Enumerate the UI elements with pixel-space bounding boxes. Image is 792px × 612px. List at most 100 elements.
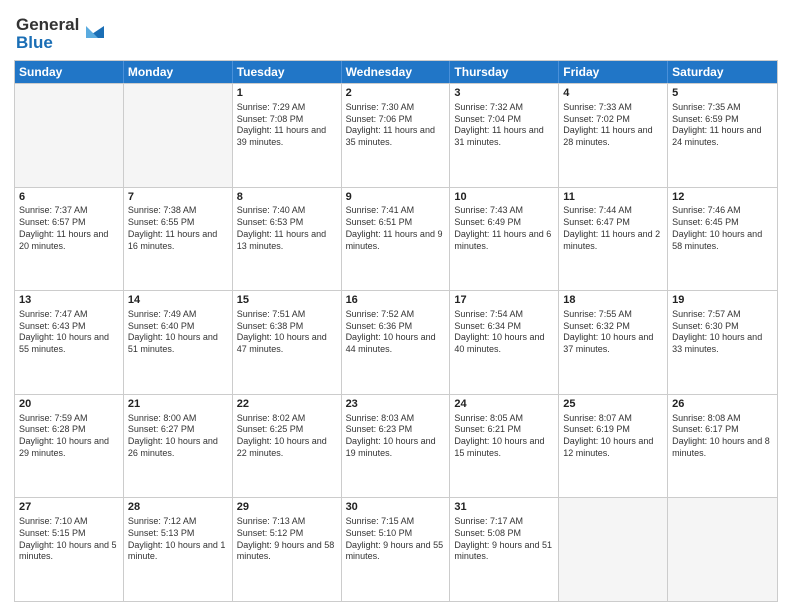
weekday-header-wednesday: Wednesday	[342, 61, 451, 83]
cal-cell: 10Sunrise: 7:43 AM Sunset: 6:49 PM Dayli…	[450, 188, 559, 291]
day-number: 11	[563, 190, 663, 205]
logo-icon: General Blue	[14, 10, 124, 54]
calendar-body: 1Sunrise: 7:29 AM Sunset: 7:08 PM Daylig…	[15, 83, 777, 601]
cell-info: Sunrise: 7:38 AM Sunset: 6:55 PM Dayligh…	[128, 205, 228, 252]
cal-cell: 3Sunrise: 7:32 AM Sunset: 7:04 PM Daylig…	[450, 84, 559, 187]
cal-cell: 12Sunrise: 7:46 AM Sunset: 6:45 PM Dayli…	[668, 188, 777, 291]
day-number: 7	[128, 190, 228, 205]
day-number: 31	[454, 500, 554, 515]
cell-info: Sunrise: 7:13 AM Sunset: 5:12 PM Dayligh…	[237, 516, 337, 563]
day-number: 23	[346, 397, 446, 412]
cal-cell: 11Sunrise: 7:44 AM Sunset: 6:47 PM Dayli…	[559, 188, 668, 291]
cell-info: Sunrise: 7:29 AM Sunset: 7:08 PM Dayligh…	[237, 102, 337, 149]
cal-cell: 19Sunrise: 7:57 AM Sunset: 6:30 PM Dayli…	[668, 291, 777, 394]
day-number: 18	[563, 293, 663, 308]
cal-cell: 13Sunrise: 7:47 AM Sunset: 6:43 PM Dayli…	[15, 291, 124, 394]
cell-info: Sunrise: 7:52 AM Sunset: 6:36 PM Dayligh…	[346, 309, 446, 356]
week-row-5: 27Sunrise: 7:10 AM Sunset: 5:15 PM Dayli…	[15, 497, 777, 601]
calendar-header: SundayMondayTuesdayWednesdayThursdayFrid…	[15, 61, 777, 83]
cal-cell: 24Sunrise: 8:05 AM Sunset: 6:21 PM Dayli…	[450, 395, 559, 498]
weekday-header-tuesday: Tuesday	[233, 61, 342, 83]
cell-info: Sunrise: 7:54 AM Sunset: 6:34 PM Dayligh…	[454, 309, 554, 356]
day-number: 13	[19, 293, 119, 308]
day-number: 20	[19, 397, 119, 412]
cell-info: Sunrise: 7:30 AM Sunset: 7:06 PM Dayligh…	[346, 102, 446, 149]
weekday-header-friday: Friday	[559, 61, 668, 83]
day-number: 25	[563, 397, 663, 412]
cell-info: Sunrise: 7:57 AM Sunset: 6:30 PM Dayligh…	[672, 309, 773, 356]
header: General Blue	[14, 10, 778, 54]
cal-cell	[668, 498, 777, 601]
cal-cell: 20Sunrise: 7:59 AM Sunset: 6:28 PM Dayli…	[15, 395, 124, 498]
cal-cell: 27Sunrise: 7:10 AM Sunset: 5:15 PM Dayli…	[15, 498, 124, 601]
cal-cell	[15, 84, 124, 187]
cell-info: Sunrise: 7:41 AM Sunset: 6:51 PM Dayligh…	[346, 205, 446, 252]
cal-cell: 26Sunrise: 8:08 AM Sunset: 6:17 PM Dayli…	[668, 395, 777, 498]
cell-info: Sunrise: 7:37 AM Sunset: 6:57 PM Dayligh…	[19, 205, 119, 252]
cell-info: Sunrise: 7:46 AM Sunset: 6:45 PM Dayligh…	[672, 205, 773, 252]
day-number: 6	[19, 190, 119, 205]
week-row-3: 13Sunrise: 7:47 AM Sunset: 6:43 PM Dayli…	[15, 290, 777, 394]
day-number: 24	[454, 397, 554, 412]
weekday-header-thursday: Thursday	[450, 61, 559, 83]
day-number: 3	[454, 86, 554, 101]
cell-info: Sunrise: 7:44 AM Sunset: 6:47 PM Dayligh…	[563, 205, 663, 252]
cell-info: Sunrise: 7:15 AM Sunset: 5:10 PM Dayligh…	[346, 516, 446, 563]
day-number: 26	[672, 397, 773, 412]
cell-info: Sunrise: 7:47 AM Sunset: 6:43 PM Dayligh…	[19, 309, 119, 356]
cal-cell: 1Sunrise: 7:29 AM Sunset: 7:08 PM Daylig…	[233, 84, 342, 187]
day-number: 4	[563, 86, 663, 101]
cell-info: Sunrise: 7:40 AM Sunset: 6:53 PM Dayligh…	[237, 205, 337, 252]
week-row-4: 20Sunrise: 7:59 AM Sunset: 6:28 PM Dayli…	[15, 394, 777, 498]
cal-cell: 5Sunrise: 7:35 AM Sunset: 6:59 PM Daylig…	[668, 84, 777, 187]
cal-cell: 7Sunrise: 7:38 AM Sunset: 6:55 PM Daylig…	[124, 188, 233, 291]
calendar: SundayMondayTuesdayWednesdayThursdayFrid…	[14, 60, 778, 602]
day-number: 9	[346, 190, 446, 205]
day-number: 22	[237, 397, 337, 412]
cell-info: Sunrise: 8:05 AM Sunset: 6:21 PM Dayligh…	[454, 413, 554, 460]
day-number: 17	[454, 293, 554, 308]
cal-cell	[559, 498, 668, 601]
cal-cell: 22Sunrise: 8:02 AM Sunset: 6:25 PM Dayli…	[233, 395, 342, 498]
cell-info: Sunrise: 8:08 AM Sunset: 6:17 PM Dayligh…	[672, 413, 773, 460]
cell-info: Sunrise: 7:12 AM Sunset: 5:13 PM Dayligh…	[128, 516, 228, 563]
logo: General Blue	[14, 10, 124, 54]
svg-text:General: General	[16, 15, 79, 34]
cal-cell: 30Sunrise: 7:15 AM Sunset: 5:10 PM Dayli…	[342, 498, 451, 601]
cell-info: Sunrise: 7:55 AM Sunset: 6:32 PM Dayligh…	[563, 309, 663, 356]
cell-info: Sunrise: 7:32 AM Sunset: 7:04 PM Dayligh…	[454, 102, 554, 149]
day-number: 27	[19, 500, 119, 515]
cal-cell: 2Sunrise: 7:30 AM Sunset: 7:06 PM Daylig…	[342, 84, 451, 187]
day-number: 29	[237, 500, 337, 515]
cal-cell	[124, 84, 233, 187]
cal-cell: 23Sunrise: 8:03 AM Sunset: 6:23 PM Dayli…	[342, 395, 451, 498]
cell-info: Sunrise: 7:35 AM Sunset: 6:59 PM Dayligh…	[672, 102, 773, 149]
cell-info: Sunrise: 7:10 AM Sunset: 5:15 PM Dayligh…	[19, 516, 119, 563]
day-number: 28	[128, 500, 228, 515]
day-number: 14	[128, 293, 228, 308]
cal-cell: 9Sunrise: 7:41 AM Sunset: 6:51 PM Daylig…	[342, 188, 451, 291]
cal-cell: 17Sunrise: 7:54 AM Sunset: 6:34 PM Dayli…	[450, 291, 559, 394]
cal-cell: 6Sunrise: 7:37 AM Sunset: 6:57 PM Daylig…	[15, 188, 124, 291]
weekday-header-monday: Monday	[124, 61, 233, 83]
day-number: 16	[346, 293, 446, 308]
cal-cell: 21Sunrise: 8:00 AM Sunset: 6:27 PM Dayli…	[124, 395, 233, 498]
week-row-1: 1Sunrise: 7:29 AM Sunset: 7:08 PM Daylig…	[15, 83, 777, 187]
cell-info: Sunrise: 7:43 AM Sunset: 6:49 PM Dayligh…	[454, 205, 554, 252]
day-number: 30	[346, 500, 446, 515]
day-number: 10	[454, 190, 554, 205]
week-row-2: 6Sunrise: 7:37 AM Sunset: 6:57 PM Daylig…	[15, 187, 777, 291]
day-number: 1	[237, 86, 337, 101]
cell-info: Sunrise: 7:17 AM Sunset: 5:08 PM Dayligh…	[454, 516, 554, 563]
cal-cell: 25Sunrise: 8:07 AM Sunset: 6:19 PM Dayli…	[559, 395, 668, 498]
weekday-header-saturday: Saturday	[668, 61, 777, 83]
cell-info: Sunrise: 8:07 AM Sunset: 6:19 PM Dayligh…	[563, 413, 663, 460]
cell-info: Sunrise: 8:00 AM Sunset: 6:27 PM Dayligh…	[128, 413, 228, 460]
cal-cell: 15Sunrise: 7:51 AM Sunset: 6:38 PM Dayli…	[233, 291, 342, 394]
day-number: 8	[237, 190, 337, 205]
cal-cell: 31Sunrise: 7:17 AM Sunset: 5:08 PM Dayli…	[450, 498, 559, 601]
page: General Blue SundayMondayTuesdayWednesda…	[0, 0, 792, 612]
day-number: 21	[128, 397, 228, 412]
cal-cell: 14Sunrise: 7:49 AM Sunset: 6:40 PM Dayli…	[124, 291, 233, 394]
cal-cell: 16Sunrise: 7:52 AM Sunset: 6:36 PM Dayli…	[342, 291, 451, 394]
